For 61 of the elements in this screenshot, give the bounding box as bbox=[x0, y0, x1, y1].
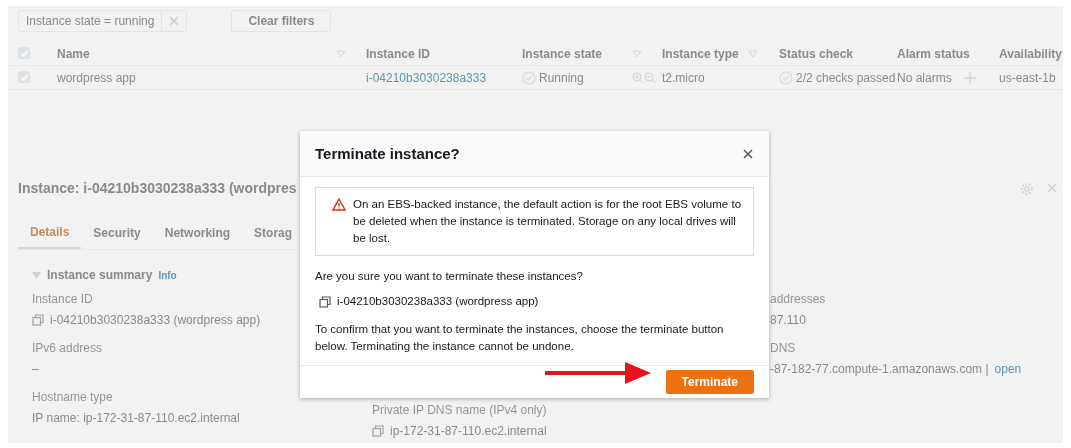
dialog-question: Are you sure you want to terminate these instances? bbox=[315, 269, 584, 284]
copy-icon[interactable] bbox=[319, 295, 331, 308]
filter-token[interactable]: Instance state = running bbox=[18, 10, 188, 32]
field-value: 87.110 bbox=[770, 312, 806, 329]
filter-icon[interactable] bbox=[632, 49, 642, 60]
zoom-out-icon[interactable] bbox=[644, 71, 656, 84]
table-cell-text: No alarms bbox=[897, 69, 952, 87]
field-value: ip-172-31-87-110.ec2.internal bbox=[390, 423, 547, 440]
check-circle-icon bbox=[779, 70, 793, 85]
caret-down-icon[interactable] bbox=[32, 270, 41, 280]
dialog-title: Terminate instance? bbox=[315, 144, 460, 163]
table-cell-text: 2/2 checks passed bbox=[796, 69, 896, 87]
table-cell: t2.micro bbox=[662, 70, 705, 85]
checkbox[interactable] bbox=[18, 71, 30, 83]
field-label: IPv6 address bbox=[32, 340, 103, 357]
warning-text: On an EBS-backed instance, the default action is for the root EBS volume to be deleted when the instance is terminated. Storage on any local drives will be lost. bbox=[353, 197, 743, 246]
table-cell: us-east-1b bbox=[999, 70, 1056, 85]
column-header[interactable]: Name bbox=[57, 46, 90, 61]
column-header[interactable]: Availability bbox=[999, 46, 1062, 61]
tab[interactable]: Networking bbox=[152, 217, 243, 249]
filter-icon[interactable] bbox=[748, 49, 758, 60]
settings-icon[interactable] bbox=[1020, 181, 1034, 196]
field-label: DNS bbox=[770, 340, 797, 357]
open-link[interactable]: open bbox=[994, 360, 1022, 378]
field-label: Hostname type bbox=[32, 389, 114, 406]
close-icon[interactable] bbox=[168, 15, 181, 27]
close-icon bbox=[742, 148, 754, 161]
section-title: Instance summary bbox=[47, 267, 153, 284]
panel-title: Instance: i-04210b3030238a333 (wordpres bbox=[18, 179, 297, 198]
column-header[interactable]: Instance ID bbox=[366, 46, 431, 61]
field-value: -87-182-77.compute-1.amazonaws.com | bbox=[770, 361, 989, 378]
field-label: Private IP DNS name (IPv4 only) bbox=[372, 402, 547, 419]
zoom-in-icon[interactable] bbox=[632, 71, 644, 84]
warning-icon bbox=[332, 198, 346, 211]
field-value: IP name: ip-172-31-87-110.ec2.internal bbox=[32, 410, 240, 427]
confirm-text: To confirm that you want to terminate the instances, choose the terminate button below. Terminating the instance cannot be undone. bbox=[315, 321, 725, 354]
column-header[interactable]: Instance type bbox=[662, 46, 739, 61]
tab[interactable]: Security bbox=[81, 217, 153, 249]
info-link[interactable]: Info bbox=[158, 267, 177, 283]
field-value: – bbox=[32, 361, 39, 378]
filter-token-label: Instance state = running bbox=[19, 11, 163, 31]
field-value: i-04210b3030238a333 (wordpress app) bbox=[50, 312, 261, 329]
instance-link[interactable]: i-04210b3030238a333 bbox=[366, 70, 487, 85]
tab[interactable]: Details bbox=[18, 217, 82, 249]
tab[interactable]: Storag bbox=[242, 217, 305, 249]
table-cell: wordpress app bbox=[57, 70, 136, 85]
field-label: addresses bbox=[770, 291, 826, 308]
check-circle-icon bbox=[522, 70, 536, 85]
column-header[interactable]: Alarm status bbox=[897, 46, 970, 61]
instance-name: i-04210b3030238a333 (wordpress app) bbox=[337, 294, 539, 310]
checkbox[interactable] bbox=[18, 47, 30, 59]
filter-icon[interactable] bbox=[336, 49, 346, 60]
field-label: Instance ID bbox=[32, 291, 94, 308]
plus-icon[interactable] bbox=[963, 71, 976, 84]
terminate-button[interactable]: Terminate bbox=[665, 369, 754, 394]
arrow-icon bbox=[545, 361, 653, 385]
clear-filters-button[interactable]: Clear filters bbox=[231, 10, 332, 32]
table-cell-text: Running bbox=[539, 69, 584, 87]
close-icon[interactable] bbox=[1046, 181, 1058, 194]
column-header[interactable]: Status check bbox=[779, 46, 854, 61]
column-header[interactable]: Instance state bbox=[522, 46, 603, 61]
